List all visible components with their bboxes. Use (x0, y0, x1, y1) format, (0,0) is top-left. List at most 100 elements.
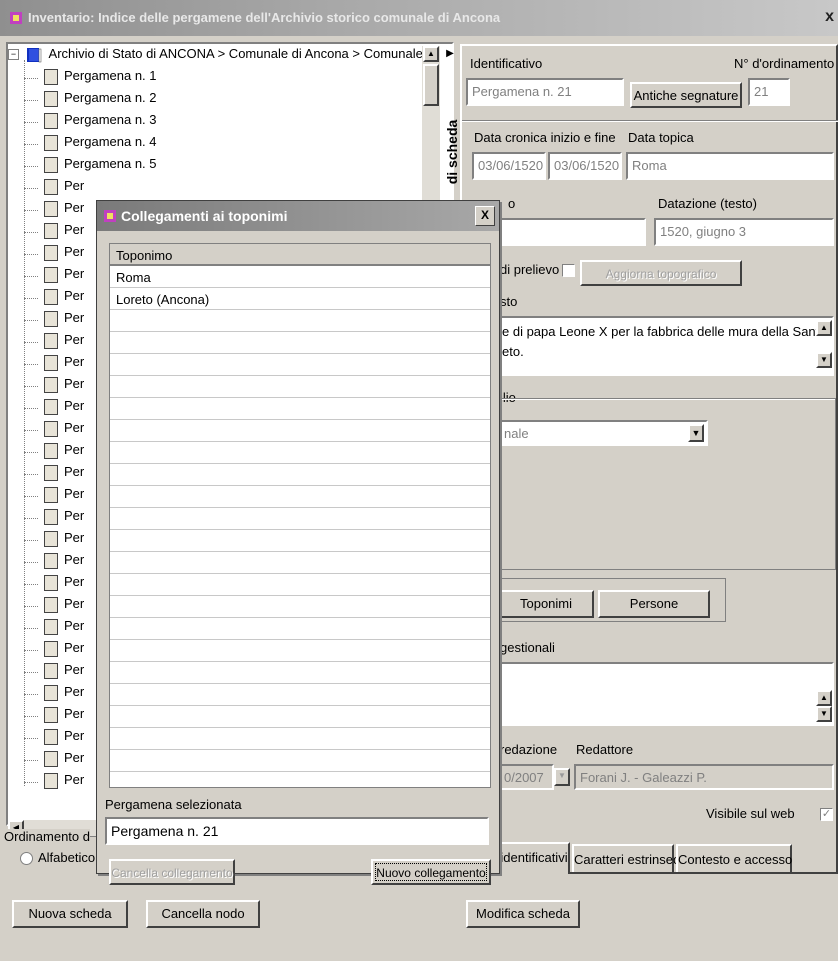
tree-item[interactable]: Per (24, 178, 84, 200)
tree-item[interactable]: Per (24, 288, 84, 310)
gestionali-label: gestionali (500, 640, 555, 655)
ordinamento-field[interactable]: 21 (748, 78, 790, 106)
tree-item-label: Per (64, 244, 85, 259)
tree-item[interactable]: Pergamena n. 1 (24, 68, 157, 90)
tree-item-label: Per (64, 552, 85, 567)
tree-item[interactable]: Per (24, 596, 84, 618)
tree-item[interactable]: Per (24, 530, 84, 552)
tree-item[interactable]: Per (24, 508, 84, 530)
document-icon (44, 200, 58, 217)
tree-item[interactable]: Per (24, 332, 84, 354)
tree-connector (24, 628, 38, 629)
tree-item[interactable]: Per (24, 574, 84, 596)
tree-item[interactable]: Per (24, 310, 84, 332)
visibile-checkbox[interactable]: ✓ (820, 808, 833, 821)
tree-item[interactable]: Per (24, 420, 84, 442)
delete-node-button[interactable]: Cancella nodo (146, 900, 260, 928)
tree-item[interactable]: Per (24, 706, 84, 728)
supporto-value: nale (504, 426, 529, 441)
prelievo-checkbox[interactable] (562, 264, 575, 277)
tree-item[interactable]: Per (24, 618, 84, 640)
tree-item[interactable]: Per (24, 464, 84, 486)
toponimi-button[interactable]: Toponimi (498, 590, 594, 618)
dialog-title-bar: Collegamenti ai toponimi X (97, 201, 499, 231)
datazione-field[interactable] (498, 218, 646, 246)
alphabetic-radio[interactable] (20, 852, 33, 865)
date-dropdown-icon[interactable]: ▼ (554, 768, 570, 786)
scroll-down-icon[interactable]: ▼ (816, 706, 832, 722)
tree-root[interactable]: − Archivio di Stato di ANCONA > Comunale… (8, 46, 438, 68)
scroll-down-icon[interactable]: ▼ (816, 352, 832, 368)
tree-item-label: Pergamena n. 1 (64, 68, 157, 83)
tree-item[interactable]: Per (24, 442, 85, 464)
tree-connector (24, 364, 38, 365)
tree-item-label: Per (64, 398, 85, 413)
redattore-field[interactable]: Forani J. - Galeazzi P. (574, 764, 834, 790)
data-topica-field[interactable]: Roma (626, 152, 834, 180)
identificativo-label: Identificativo (470, 56, 543, 71)
data-fine-field[interactable]: 03/06/1520 (548, 152, 622, 180)
tab-caratteri-estrinseci[interactable]: Caratteri estrinseci (572, 844, 682, 872)
column-header-toponimo[interactable]: Toponimo (110, 244, 490, 266)
vertical-tab[interactable]: di scheda (442, 100, 462, 210)
collapse-icon[interactable]: − (8, 49, 19, 61)
tree-item[interactable]: Per (24, 398, 85, 420)
toponimi-grid[interactable]: Toponimo Roma Loreto (Ancona) (109, 243, 491, 788)
new-record-button[interactable]: Nuova scheda (12, 900, 128, 928)
data-inizio-field[interactable]: 03/06/1520 (472, 152, 546, 180)
tree-item[interactable]: Per (24, 750, 84, 772)
window-title: Inventario: Indice delle pergamene dell'… (28, 10, 501, 25)
scroll-up-icon[interactable]: ▲ (816, 690, 832, 706)
supporto-select[interactable]: nale (498, 420, 708, 446)
antiche-segnature-button[interactable]: Antiche segnature (630, 82, 742, 108)
alphabetic-label: Alfabetico (38, 850, 96, 865)
dialog-close-button[interactable]: X (475, 206, 495, 226)
tab-contesto-accesso[interactable]: Contesto e accesso (676, 844, 792, 872)
tree-item[interactable]: Per (24, 728, 84, 750)
scroll-up-icon[interactable]: ▲ (423, 46, 439, 62)
tree-item[interactable]: Per (24, 200, 84, 222)
tree-item[interactable]: Pergamena n. 5 (24, 156, 157, 178)
persone-button[interactable]: Persone (598, 590, 710, 618)
selected-field[interactable]: Pergamena n. 21 (105, 817, 489, 845)
tree-item[interactable]: Per (24, 244, 85, 266)
tree-item[interactable]: Per (24, 684, 84, 706)
tree-item[interactable]: Pergamena n. 3 (24, 112, 157, 134)
tree-item-label: Per (64, 442, 85, 457)
tree-item[interactable]: Per (24, 486, 84, 508)
tree-item[interactable]: Pergamena n. 2 (24, 90, 157, 112)
tree-item-label: Per (64, 222, 85, 237)
tree-connector (24, 166, 38, 167)
new-link-button[interactable]: Nuovo collegamento (371, 859, 491, 885)
tree-item[interactable]: Per (24, 222, 85, 244)
tree-connector (24, 408, 38, 409)
edit-record-button[interactable]: Modifica scheda (466, 900, 580, 928)
tab-identificativi[interactable]: identificativi (498, 842, 570, 874)
document-icon (44, 640, 58, 657)
delete-link-button[interactable]: Cancella collegamento (109, 859, 235, 885)
splitter-arrow-icon[interactable]: ▶ (444, 48, 456, 62)
tree-item[interactable]: Pergamena n. 4 (24, 134, 157, 156)
tree-item[interactable]: Per (24, 640, 84, 662)
tree-item[interactable]: Per (24, 354, 84, 376)
document-icon (44, 90, 58, 107)
tree-connector (24, 276, 38, 277)
testo-field[interactable]: e di papa Leone X per la fabbrica delle … (498, 316, 834, 376)
tree-item[interactable]: Per (24, 376, 84, 398)
tree-item[interactable]: Per (24, 552, 85, 574)
tree-item[interactable]: Per (24, 266, 84, 288)
tree-item-label: Pergamena n. 5 (64, 156, 157, 171)
aggiorna-topografico-button[interactable]: Aggiorna topografico (580, 260, 742, 286)
grid-row-1[interactable]: Roma (116, 270, 151, 285)
scroll-up-icon[interactable]: ▲ (816, 320, 832, 336)
close-window-button[interactable]: x (825, 8, 834, 26)
dropdown-arrow-icon[interactable]: ▼ (688, 424, 704, 442)
tree-item[interactable]: Per (24, 662, 84, 684)
identificativo-field[interactable]: Pergamena n. 21 (466, 78, 624, 106)
scroll-thumb[interactable] (423, 64, 439, 106)
gestionali-field[interactable] (498, 662, 834, 726)
redazione-field[interactable]: 0/2007 (498, 764, 554, 790)
tree-item[interactable]: Per (24, 772, 84, 794)
datazione-testo-field[interactable]: 1520, giugno 3 (654, 218, 834, 246)
grid-row-2[interactable]: Loreto (Ancona) (116, 292, 209, 307)
